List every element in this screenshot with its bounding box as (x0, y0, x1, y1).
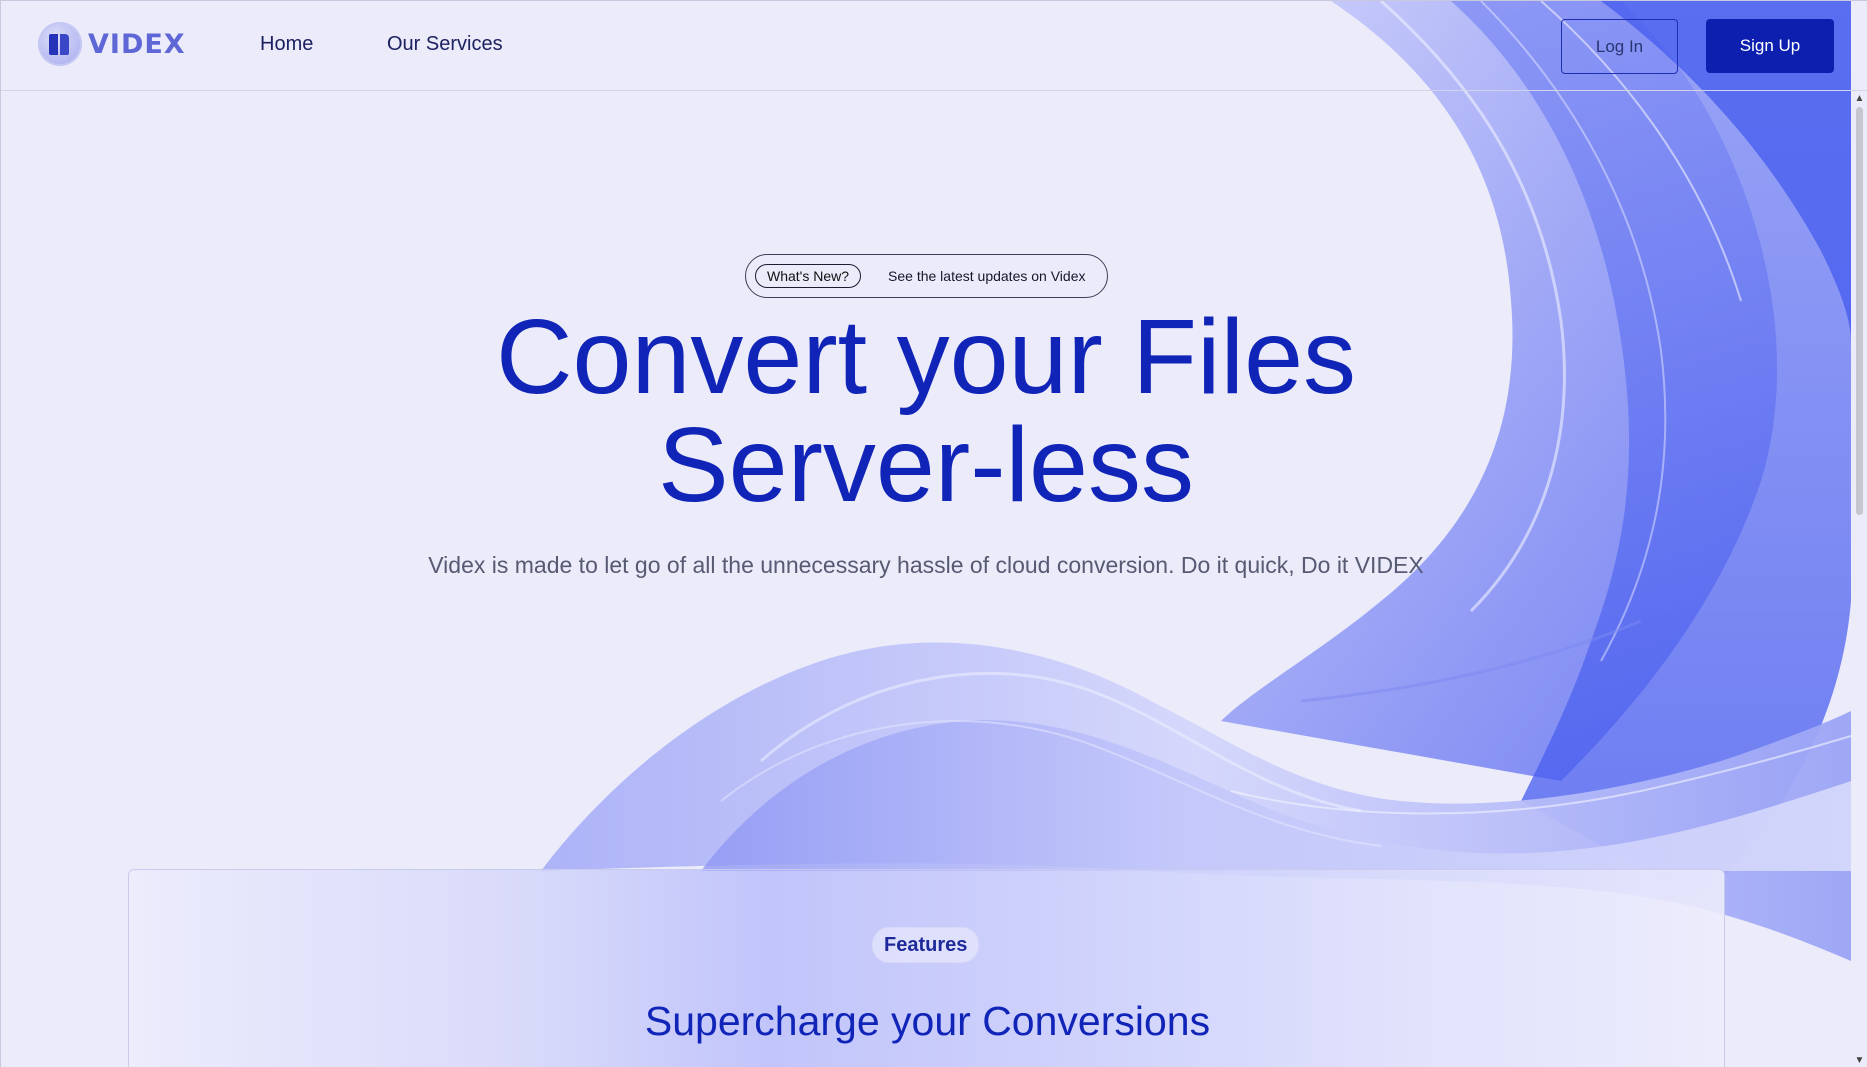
features-section: Features Supercharge your Conversions (128, 869, 1725, 1067)
chevron-down-icon[interactable]: ▼ (1854, 1055, 1865, 1066)
hero-title-line-2: Server-less (657, 406, 1194, 524)
scrollbar-thumb[interactable] (1856, 107, 1863, 515)
nav-home-link[interactable]: Home (260, 33, 313, 56)
nav-our-services-link[interactable]: Our Services (387, 33, 503, 56)
hero-title: Convert your Files Server-less (1, 303, 1851, 519)
page: VIDEX Home Our Services Log In Sign Up ▲… (0, 0, 1867, 1067)
hero-title-line-1: Convert your Files (495, 298, 1357, 416)
features-badge: Features (872, 927, 980, 963)
logo[interactable]: VIDEX (38, 22, 186, 66)
hero-subtitle: Videx is made to let go of all the unnec… (428, 552, 1424, 578)
whats-new-tag[interactable]: What's New? (755, 264, 862, 288)
whats-new-banner[interactable]: What's New? See the latest updates on Vi… (745, 254, 1108, 298)
whats-new-text: See the latest updates on Videx (888, 268, 1086, 284)
logo-text: VIDEX (88, 28, 186, 60)
signup-button[interactable]: Sign Up (1706, 19, 1834, 73)
videx-logo-icon (38, 22, 82, 66)
chevron-up-icon[interactable]: ▲ (1854, 93, 1865, 104)
features-title: Supercharge your Conversions (644, 998, 1211, 1044)
login-button[interactable]: Log In (1561, 19, 1678, 74)
vertical-scrollbar[interactable]: ▲ ▼ (1851, 91, 1867, 1067)
top-navbar: VIDEX Home Our Services Log In Sign Up (1, 1, 1867, 91)
